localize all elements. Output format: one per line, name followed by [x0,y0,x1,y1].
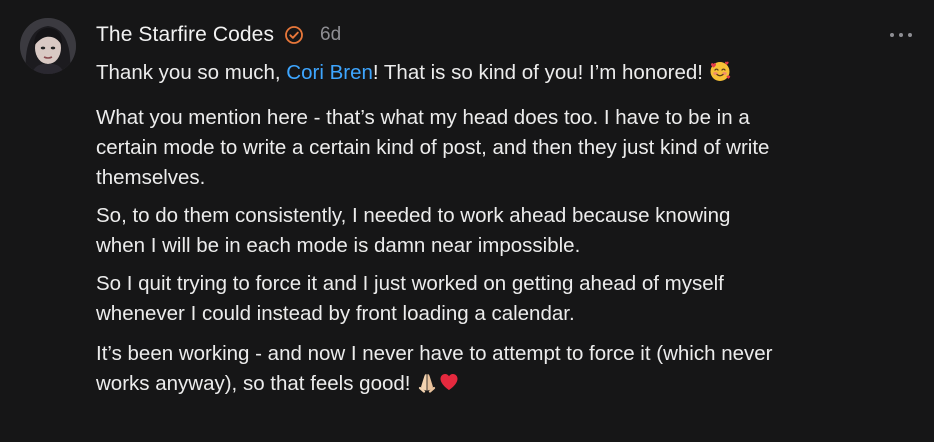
ellipsis-icon[interactable] [890,26,912,44]
red-heart-icon [438,371,460,402]
paragraph-text: ! That is so kind of you! I’m honored! [372,61,703,84]
ellipsis-dot [890,33,894,37]
folded-hands-icon [416,371,438,402]
user-mention-link[interactable]: Cori Bren [286,61,373,84]
paragraph-text: Thank you so much, [96,61,287,84]
ellipsis-dot [899,33,903,37]
paragraph-line: certain mode to write a certain kind of … [96,136,770,159]
ellipsis-dot [908,33,912,37]
comment-paragraph: So I quit trying to force it and I just … [96,269,916,329]
avatar-image [20,18,76,74]
paragraph-line: themselves. [96,166,206,189]
smiling-face-with-hearts-icon [709,60,731,91]
paragraph-line: So, to do them consistently, I needed to… [96,204,731,227]
comment-header: The Starfire Codes 6d [96,18,341,52]
paragraph-line: It’s been working - and now I never have… [96,342,773,365]
paragraph-line: when I will be in each mode is damn near… [96,234,581,257]
comment-timestamp[interactable]: 6d [320,24,341,46]
paragraph-line: So I quit trying to force it and I just … [96,272,724,295]
comment-body: Thank you so much, Cori Bren! That is so… [96,58,916,402]
comment-paragraph: What you mention here - that’s what my h… [96,103,916,193]
author-name[interactable]: The Starfire Codes [96,23,274,47]
comment-paragraph: Thank you so much, Cori Bren! That is so… [96,58,916,91]
comment-paragraph: It’s been working - and now I never have… [96,339,916,402]
paragraph-line: What you mention here - that’s what my h… [96,106,750,129]
paragraph-line: whenever I could instead by front loadin… [96,302,575,325]
avatar[interactable] [20,18,76,74]
verified-check-icon [284,25,304,45]
comment-paragraph: So, to do them consistently, I needed to… [96,201,916,261]
comment: The Starfire Codes 6d Thank you so much,… [0,0,934,442]
paragraph-line: works anyway), so that feels good! [96,372,411,395]
